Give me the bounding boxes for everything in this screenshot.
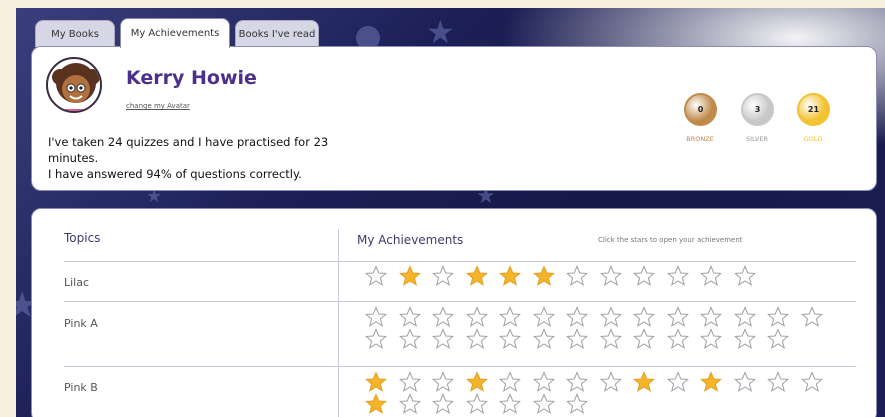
empty-star-icon[interactable] xyxy=(700,328,722,350)
empty-star-icon[interactable] xyxy=(800,306,823,328)
summary-line: I've taken 24 quizzes and I have practis… xyxy=(48,135,329,149)
row-divider xyxy=(64,261,856,262)
empty-star-icon[interactable] xyxy=(733,371,756,393)
silver-count: 3 xyxy=(754,105,761,114)
empty-star-icon[interactable] xyxy=(398,393,421,415)
empty-star-icon[interactable] xyxy=(700,306,722,328)
empty-star-icon[interactable] xyxy=(398,328,421,350)
empty-star-icon[interactable] xyxy=(432,306,454,328)
empty-star-icon[interactable] xyxy=(599,328,622,350)
topics-header: Topics xyxy=(64,231,101,245)
empty-star-icon[interactable] xyxy=(532,328,555,350)
bronze-label: BRONZE xyxy=(686,135,714,143)
empty-star-icon[interactable] xyxy=(666,371,689,393)
bronze-medal-icon: 0 xyxy=(684,93,717,126)
empty-star-icon[interactable] xyxy=(700,265,722,287)
decorative-star-icon: ★ xyxy=(426,13,455,51)
empty-star-icon[interactable] xyxy=(566,393,588,415)
column-divider xyxy=(338,229,339,417)
tab-books-read[interactable]: Books I've read xyxy=(235,20,319,47)
topic-name: Lilac xyxy=(64,276,90,289)
empty-star-icon[interactable] xyxy=(599,306,622,328)
empty-star-icon[interactable] xyxy=(432,371,454,393)
empty-star-icon[interactable] xyxy=(633,265,655,287)
empty-star-icon[interactable] xyxy=(599,371,622,393)
empty-star-icon[interactable] xyxy=(365,265,387,287)
empty-star-icon[interactable] xyxy=(767,371,789,393)
empty-star-icon[interactable] xyxy=(767,328,789,350)
empty-star-icon[interactable] xyxy=(666,306,689,328)
tab-my-books[interactable]: My Books xyxy=(35,20,115,47)
gold-count: 21 xyxy=(807,105,820,114)
empty-star-icon[interactable] xyxy=(666,328,689,350)
empty-star-icon[interactable] xyxy=(365,328,387,350)
topic-name: Pink B xyxy=(64,381,98,394)
change-avatar-link[interactable]: change my Avatar xyxy=(126,102,190,110)
empty-star-icon[interactable] xyxy=(465,328,488,350)
gold-medal-icon: 21 xyxy=(797,93,830,126)
empty-star-icon[interactable] xyxy=(499,306,521,328)
filled-star-icon[interactable] xyxy=(398,265,421,287)
filled-star-icon[interactable] xyxy=(700,371,722,393)
filled-star-icon[interactable] xyxy=(633,371,655,393)
bronze-count: 0 xyxy=(697,105,704,114)
empty-star-icon[interactable] xyxy=(432,393,454,415)
tab-label: My Books xyxy=(51,28,99,40)
empty-star-icon[interactable] xyxy=(398,306,421,328)
profile-panel: Kerry Howie change my Avatar I've taken … xyxy=(31,46,877,191)
empty-star-icon[interactable] xyxy=(733,328,756,350)
empty-star-icon[interactable] xyxy=(465,306,488,328)
empty-star-icon[interactable] xyxy=(566,371,588,393)
achievements-header: My Achievements xyxy=(357,233,464,247)
empty-star-icon[interactable] xyxy=(465,393,488,415)
empty-star-icon[interactable] xyxy=(733,306,756,328)
tab-my-achievements[interactable]: My Achievements xyxy=(120,18,230,48)
empty-star-icon[interactable] xyxy=(532,393,555,415)
empty-star-icon[interactable] xyxy=(365,306,387,328)
row-divider xyxy=(64,366,856,367)
instruction-hint: Click the stars to open your achievement xyxy=(598,236,743,244)
empty-star-icon[interactable] xyxy=(666,265,689,287)
empty-star-icon[interactable] xyxy=(566,306,588,328)
summary-line: I have answered 94% of questions correct… xyxy=(48,167,302,181)
filled-star-icon[interactable] xyxy=(465,265,488,287)
empty-star-icon[interactable] xyxy=(398,371,421,393)
empty-star-icon[interactable] xyxy=(566,328,588,350)
filled-star-icon[interactable] xyxy=(532,265,555,287)
empty-star-icon[interactable] xyxy=(532,371,555,393)
silver-medal-icon: 3 xyxy=(741,93,774,126)
filled-star-icon[interactable] xyxy=(365,371,387,393)
filled-star-icon[interactable] xyxy=(465,371,488,393)
empty-star-icon[interactable] xyxy=(432,265,454,287)
avatar[interactable] xyxy=(46,57,102,113)
filled-star-icon[interactable] xyxy=(365,393,387,415)
empty-star-icon[interactable] xyxy=(566,265,588,287)
user-name: Kerry Howie xyxy=(126,67,257,89)
summary-line: minutes. xyxy=(48,151,99,165)
achievements-panel: Topics My Achievements Click the stars t… xyxy=(31,208,877,417)
topic-name: Pink A xyxy=(64,317,98,330)
empty-star-icon[interactable] xyxy=(532,306,555,328)
background-scene: ★ ★ ★ ★ My Books My Achievements Books I… xyxy=(16,8,885,417)
empty-star-icon[interactable] xyxy=(499,371,521,393)
filled-star-icon[interactable] xyxy=(499,265,521,287)
empty-star-icon[interactable] xyxy=(599,265,622,287)
empty-star-icon[interactable] xyxy=(633,328,655,350)
empty-star-icon[interactable] xyxy=(800,371,823,393)
empty-star-icon[interactable] xyxy=(767,306,789,328)
empty-star-icon[interactable] xyxy=(733,265,756,287)
tab-label: Books I've read xyxy=(238,28,316,40)
gold-label: GOLD xyxy=(803,135,823,143)
empty-star-icon[interactable] xyxy=(499,328,521,350)
tab-label: My Achievements xyxy=(130,28,220,39)
empty-star-icon[interactable] xyxy=(633,306,655,328)
silver-label: SILVER xyxy=(745,135,769,143)
empty-star-icon[interactable] xyxy=(499,393,521,415)
row-divider xyxy=(64,301,856,302)
empty-star-icon[interactable] xyxy=(432,328,454,350)
